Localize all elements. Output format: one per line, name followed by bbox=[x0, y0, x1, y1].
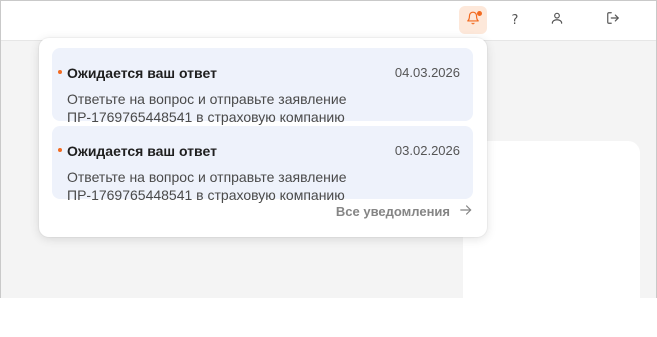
notification-text: Ответьте на вопрос и отправьте заявление… bbox=[67, 169, 347, 203]
content-card bbox=[463, 141, 640, 337]
profile-button[interactable] bbox=[543, 6, 571, 34]
notification-item[interactable]: Ожидается ваш ответ 03.02.2026 Ответьте … bbox=[52, 126, 473, 203]
notification-text: Ответьте на вопрос и отправьте заявление… bbox=[67, 91, 347, 125]
user-icon bbox=[550, 11, 564, 30]
all-notifications-label: Все уведомления bbox=[335, 204, 450, 219]
arrow-right-icon bbox=[459, 204, 473, 219]
notification-title: Ожидается ваш ответ bbox=[67, 143, 217, 159]
unread-dot bbox=[477, 11, 482, 16]
notification-date: 04.03.2026 bbox=[394, 65, 460, 80]
unread-indicator bbox=[58, 70, 62, 74]
help-button[interactable]: ? bbox=[501, 6, 529, 34]
unread-indicator bbox=[58, 148, 62, 152]
logout-icon bbox=[606, 11, 620, 30]
notifications-dropdown: Ожидается ваш ответ 04.03.2026 Ответьте … bbox=[39, 38, 487, 237]
help-icon: ? bbox=[511, 12, 519, 28]
logout-button[interactable] bbox=[599, 6, 627, 34]
notification-date: 03.02.2026 bbox=[394, 143, 460, 158]
app-window: ? Ожидается ваш ответ 04.03.2026 Ответьт… bbox=[0, 0, 657, 337]
notifications-button[interactable] bbox=[459, 6, 487, 34]
notification-item[interactable]: Ожидается ваш ответ 04.03.2026 Ответьте … bbox=[52, 48, 473, 125]
all-notifications-link[interactable]: Все уведомления bbox=[336, 204, 473, 219]
notification-title: Ожидается ваш ответ bbox=[67, 65, 217, 81]
